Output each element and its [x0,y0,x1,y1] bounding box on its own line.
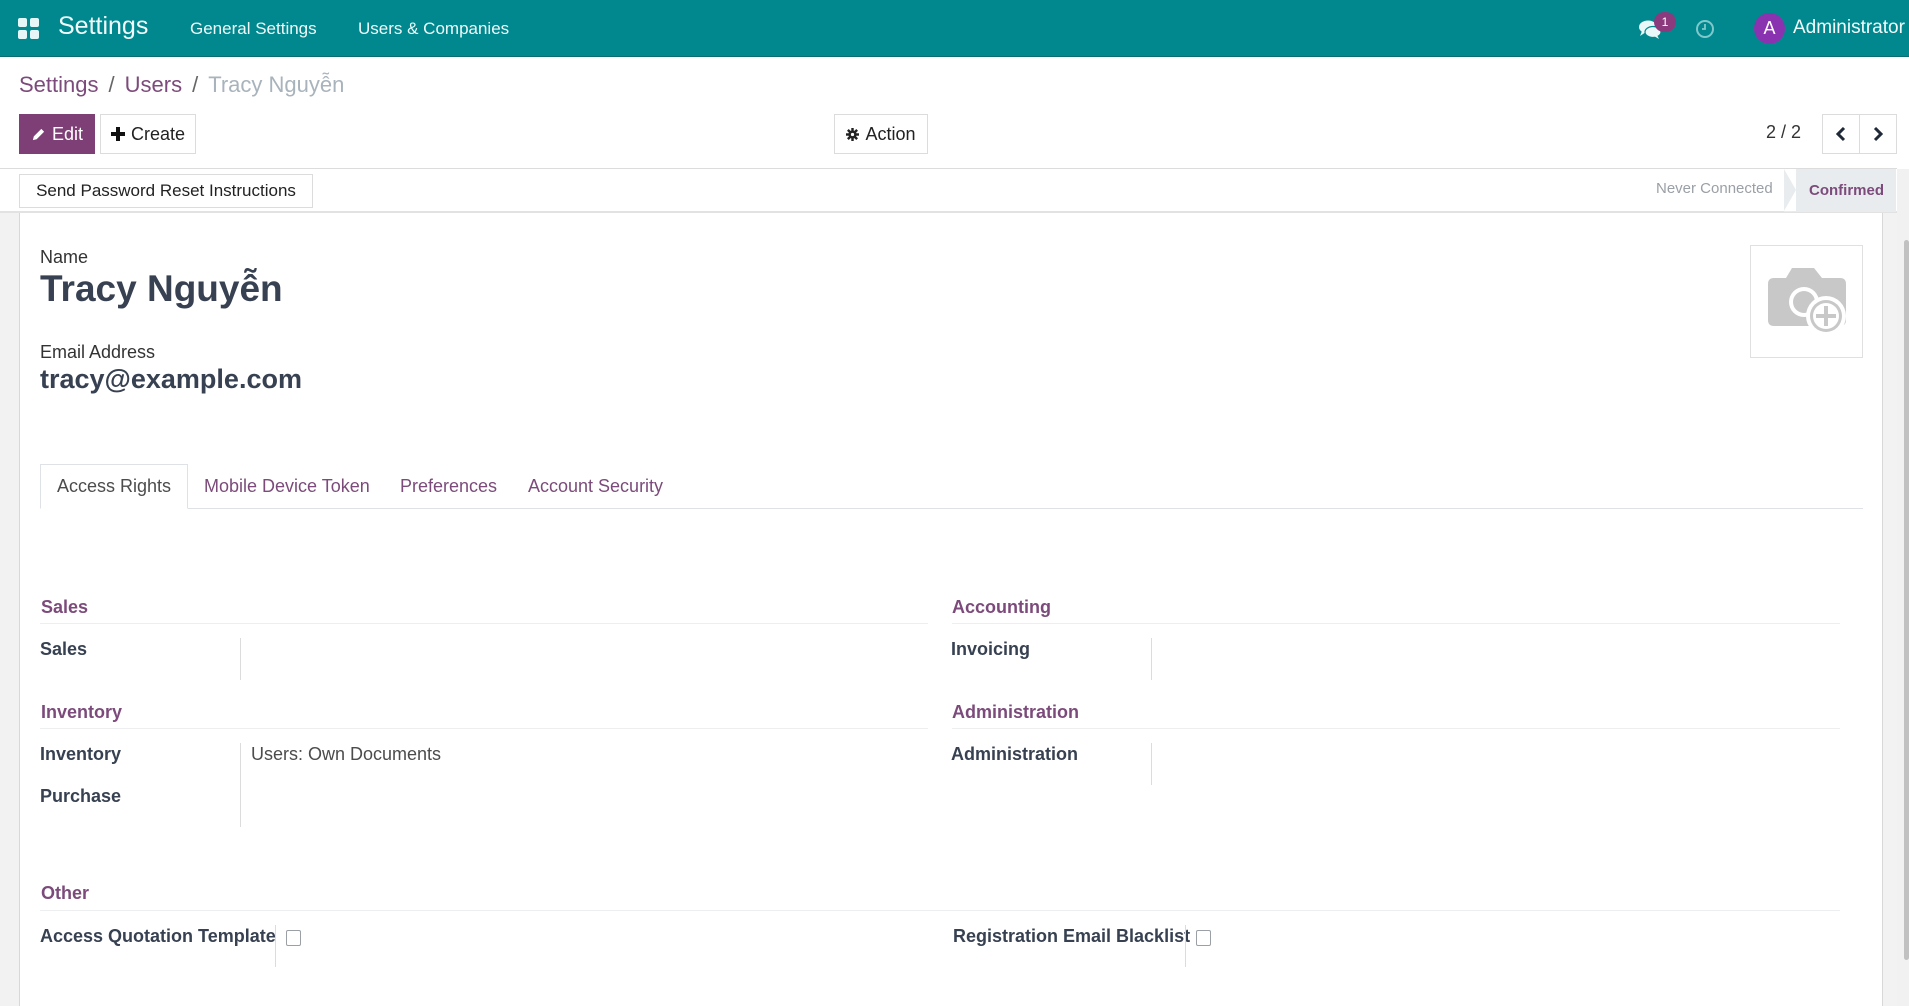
pager-previous-button[interactable] [1822,114,1860,154]
menu-users-companies[interactable]: Users & Companies [358,19,509,39]
menu-general-settings[interactable]: General Settings [190,19,317,39]
group-title-sales: Sales [41,597,89,617]
status-never-connected[interactable]: Never Connected [1656,180,1773,197]
form-sheet [19,213,1883,1006]
breadcrumb-current: Tracy Nguyễn [208,72,345,97]
clock-icon[interactable] [1695,19,1715,39]
action-label: Action [865,123,916,144]
top-navbar: Settings General Settings Users & Compan… [0,0,1909,57]
action-button[interactable]: Action [834,114,928,154]
field-separator [1151,743,1152,785]
field-separator [275,925,276,967]
gear-icon [846,127,860,141]
field-separator [240,638,241,680]
edit-button[interactable]: Edit [19,114,95,154]
tab-account-security[interactable]: Account Security [528,464,663,509]
breadcrumb-settings[interactable]: Settings [19,72,99,98]
plus-icon [110,127,125,141]
status-confirmed[interactable]: Confirmed [1784,169,1896,212]
group-title-administration: Administration [952,702,1080,722]
field-label-registration-email-blacklist: Registration Email Blacklist [953,926,1191,946]
field-label-invoicing: Invoicing [951,639,1031,659]
status-confirmed-label: Confirmed [1809,182,1884,199]
group-title-other: Other [41,883,90,903]
pager-value[interactable]: 2 / 2 [1766,122,1801,143]
group-divider [40,623,928,624]
field-value-inventory: Users: Own Documents [251,744,442,764]
group-divider [40,728,928,729]
send-password-reset-button[interactable]: Send Password Reset Instructions [19,174,313,208]
group-divider [952,623,1840,624]
breadcrumb-separator: / [108,72,115,97]
pager-next-button[interactable] [1859,114,1897,154]
field-label-sales: Sales [40,639,88,659]
edit-label: Edit [51,123,84,144]
group-divider [40,910,1840,911]
field-label-inventory: Inventory [40,744,122,764]
form-background [0,213,19,1006]
email-label: Email Address [40,342,156,362]
pencil-icon [32,128,45,140]
chevron-left-icon [1835,126,1846,142]
field-label-purchase: Purchase [40,786,122,806]
apps-grid-icon[interactable] [18,18,40,40]
field-separator [240,743,241,827]
create-label: Create [130,123,186,144]
field-label-administration: Administration [951,744,1079,764]
breadcrumb: Settings / Users / Tracy Nguyễn [19,72,344,98]
breadcrumb-separator: / [192,72,199,97]
group-title-accounting: Accounting [952,597,1051,617]
camera-add-icon [1767,267,1846,336]
form-background [1883,213,1897,1006]
name-label: Name [40,247,89,267]
tab-access-rights[interactable]: Access Rights [40,464,189,509]
scrollbar-thumb[interactable] [1904,240,1909,960]
access-quotation-template-checkbox[interactable] [286,930,301,946]
field-label-access-quotation-template: Access Quotation Template [40,926,276,946]
email-value: tracy@example.com [40,364,302,394]
chevron-right-icon [1873,126,1884,142]
breadcrumb-users[interactable]: Users [125,72,182,98]
messages-badge: 1 [1654,12,1676,32]
user-image-upload[interactable] [1750,245,1863,358]
name-value: Tracy Nguyễn [40,268,283,309]
user-menu[interactable]: Administrator [1793,17,1905,39]
field-separator [1151,638,1152,680]
registration-email-blacklist-checkbox[interactable] [1196,930,1211,946]
group-divider [952,728,1840,729]
create-button[interactable]: Create [100,114,196,154]
tab-preferences[interactable]: Preferences [400,464,497,509]
tab-mobile-device-token[interactable]: Mobile Device Token [204,464,370,509]
group-title-inventory: Inventory [41,702,123,722]
app-name[interactable]: Settings [58,12,148,41]
user-avatar[interactable]: A [1754,13,1785,44]
field-separator [1185,925,1186,967]
